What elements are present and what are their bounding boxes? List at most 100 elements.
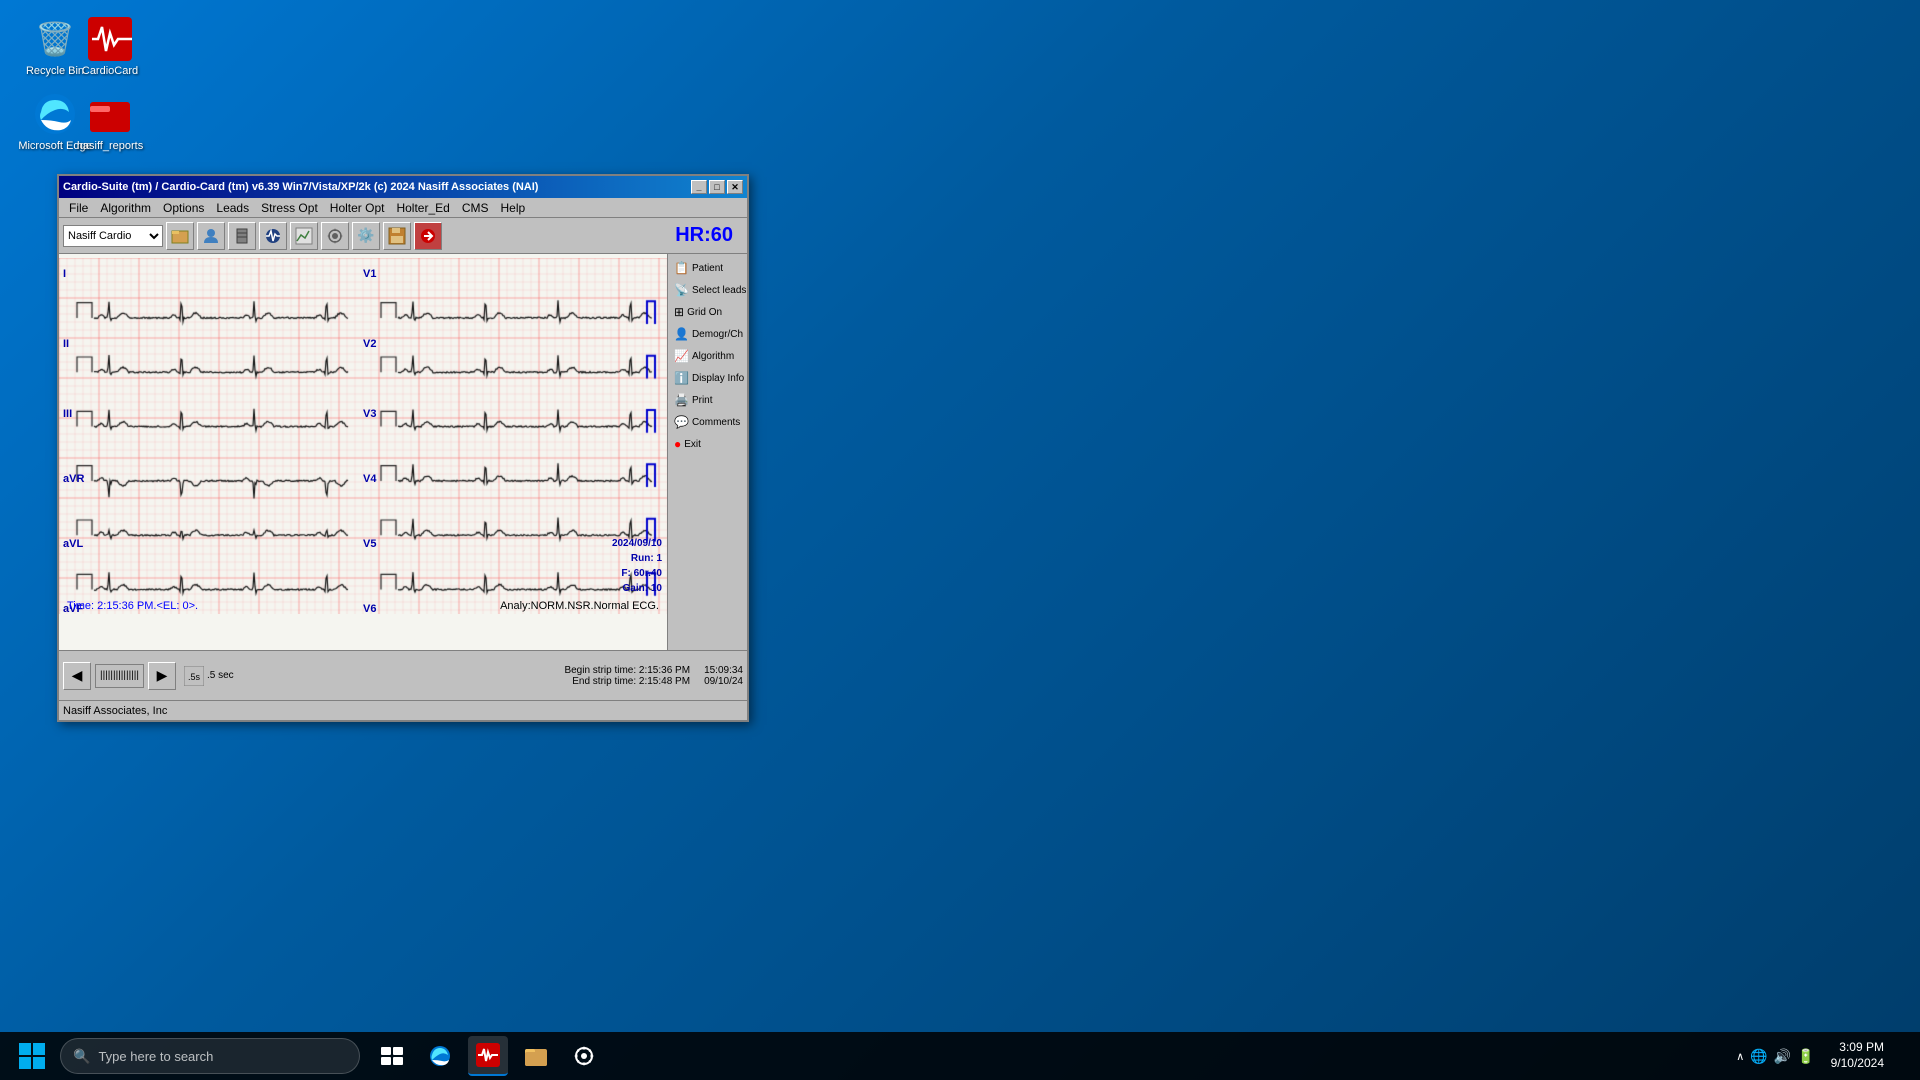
menu-algorithm[interactable]: Algorithm: [94, 199, 157, 217]
toolbar-btn-1[interactable]: [166, 222, 194, 250]
maximize-button[interactable]: □: [709, 180, 725, 194]
cardiocard-label: CardioCard: [82, 65, 138, 77]
ecg-date: 2024/09/10: [612, 538, 662, 549]
close-button[interactable]: ✕: [727, 180, 743, 194]
menu-cms[interactable]: CMS: [456, 199, 495, 217]
toolbar-btn-3[interactable]: [228, 222, 256, 250]
ecg-run: Run: 1: [631, 553, 662, 564]
main-content: I II III aVR aVL aVF V1 V2 V3 V4 V5 V6 2…: [59, 254, 747, 650]
sidebar-label-comments: Comments: [692, 417, 740, 428]
nav-back-button[interactable]: ◀: [63, 662, 91, 690]
ecg-analysis: Analy:NORM.NSR.Normal ECG.: [500, 600, 659, 612]
sidebar-btn-patient[interactable]: 📋 Patient: [670, 258, 745, 278]
nasiff-reports-icon: [86, 90, 134, 138]
desktop-icon-nasiff-reports[interactable]: nasiff_reports: [70, 90, 150, 152]
menu-options[interactable]: Options: [157, 199, 210, 217]
lead-label-V4: V4: [363, 473, 376, 485]
toolbar-btn-settings[interactable]: ⚙️: [352, 222, 380, 250]
sidebar-label-print: Print: [692, 395, 713, 406]
sidebar-btn-grid-on[interactable]: ⊞ Grid On: [670, 302, 745, 322]
sidebar-label-select-leads: Select leads: [692, 285, 746, 296]
ecg-footer: Time: 2:15:36 PM.<EL: 0>. Analy:NORM.NSR…: [59, 598, 667, 614]
menu-holter-opt[interactable]: Holter Opt: [324, 199, 391, 217]
exit-icon: ●: [674, 437, 681, 451]
ecg-area: I II III aVR aVL aVF V1 V2 V3 V4 V5 V6 2…: [59, 254, 667, 650]
lead-label-III: III: [63, 408, 72, 420]
title-bar: Cardio-Suite (tm) / Cardio-Card (tm) v6.…: [59, 176, 747, 198]
sidebar-btn-demogr[interactable]: 👤 Demogr/Ch: [670, 324, 745, 344]
lead-label-V2: V2: [363, 338, 376, 350]
menu-holter-ed[interactable]: Holter_Ed: [390, 199, 455, 217]
toolbar-btn-disk[interactable]: [383, 222, 411, 250]
tray-battery-icon[interactable]: 🔋: [1797, 1048, 1814, 1065]
end-strip-time: End strip time: 2:15:48 PM: [572, 676, 690, 687]
display-info-icon: ℹ️: [674, 371, 689, 385]
toolbar-btn-6[interactable]: [321, 222, 349, 250]
sidebar-btn-print[interactable]: 🖨️ Print: [670, 390, 745, 410]
taskbar: 🔍 Type here to search ∧ 🌐 🔊 🔋 3:09 PM 9/…: [0, 1032, 1920, 1080]
status-clock: 15:09:34 09/10/24: [704, 665, 743, 687]
menu-leads[interactable]: Leads: [210, 199, 255, 217]
toolbar-dropdown[interactable]: Nasiff Cardio: [63, 225, 163, 247]
sidebar-btn-select-leads[interactable]: 📡 Select leads: [670, 280, 745, 300]
timeline-bar[interactable]: |||||||||||||||: [95, 664, 144, 688]
sidebar-btn-display-info[interactable]: ℹ️ Display Info: [670, 368, 745, 388]
taskbar-right: ∧ 🌐 🔊 🔋 3:09 PM 9/10/2024: [1736, 1036, 1912, 1075]
search-placeholder: Type here to search: [98, 1049, 213, 1064]
speed-display: .5s .5 sec: [184, 666, 234, 686]
sidebar-label-grid-on: Grid On: [687, 307, 722, 318]
begin-strip-time: Begin strip time: 2:15:36 PM: [564, 665, 690, 676]
sidebar-btn-algorithm[interactable]: 📈 Algorithm: [670, 346, 745, 366]
ecg-time: Time: 2:15:36 PM.<EL: 0>.: [67, 600, 198, 612]
lead-label-aVR: aVR: [63, 473, 84, 485]
status-clock-time: 15:09:34: [704, 665, 743, 676]
title-bar-text: Cardio-Suite (tm) / Cardio-Card (tm) v6.…: [63, 181, 538, 193]
demogr-icon: 👤: [674, 327, 689, 341]
minimize-button[interactable]: _: [691, 180, 707, 194]
cardiocard-icon: [86, 15, 134, 63]
status-area: ◀ ||||||||||||||| ▶ .5s .5 sec Begin str…: [59, 650, 747, 700]
ecg-grid[interactable]: I II III aVR aVL aVF V1 V2 V3 V4 V5 V6 2…: [59, 258, 667, 614]
toolbar-btn-exit[interactable]: [414, 222, 442, 250]
tray-chevron[interactable]: ∧: [1736, 1050, 1744, 1063]
lead-label-aVL: aVL: [63, 538, 83, 550]
taskbar-explorer[interactable]: [516, 1036, 556, 1076]
tray-network-icon[interactable]: 🌐: [1750, 1048, 1767, 1065]
taskbar-settings[interactable]: [564, 1036, 604, 1076]
clock-date: 9/10/2024: [1831, 1056, 1884, 1072]
menu-stress-opt[interactable]: Stress Opt: [255, 199, 324, 217]
grid-on-icon: ⊞: [674, 305, 684, 319]
nav-forward-button[interactable]: ▶: [148, 662, 176, 690]
lead-label-V3: V3: [363, 408, 376, 420]
desktop-icon-cardiocard[interactable]: CardioCard: [70, 15, 150, 77]
taskbar-cardiocard[interactable]: [468, 1036, 508, 1076]
toolbar-btn-2[interactable]: [197, 222, 225, 250]
tray-volume-icon[interactable]: 🔊: [1774, 1048, 1791, 1065]
select-leads-icon: 📡: [674, 283, 689, 297]
patient-icon: 📋: [674, 261, 689, 275]
toolbar-btn-5[interactable]: [290, 222, 318, 250]
clock[interactable]: 3:09 PM 9/10/2024: [1823, 1036, 1892, 1075]
toolbar-btn-4[interactable]: [259, 222, 287, 250]
menu-bar: File Algorithm Options Leads Stress Opt …: [59, 198, 747, 218]
search-icon: 🔍: [73, 1048, 90, 1065]
search-box[interactable]: 🔍 Type here to search: [60, 1038, 360, 1074]
status-clock-date: 09/10/24: [704, 676, 743, 687]
start-button[interactable]: [8, 1032, 56, 1080]
svg-text:.5s: .5s: [188, 672, 201, 682]
menu-help[interactable]: Help: [495, 199, 532, 217]
print-icon: 🖨️: [674, 393, 689, 407]
menu-file[interactable]: File: [63, 199, 94, 217]
taskbar-edge[interactable]: [420, 1036, 460, 1076]
sidebar-btn-comments[interactable]: 💬 Comments: [670, 412, 745, 432]
sidebar-label-patient: Patient: [692, 263, 723, 274]
windows-logo-icon: [18, 1042, 46, 1070]
comments-icon: 💬: [674, 415, 689, 429]
hr-display: HR:60: [675, 224, 743, 247]
nasiff-reports-label: nasiff_reports: [77, 140, 143, 152]
taskbar-task-view[interactable]: [372, 1036, 412, 1076]
algorithm-icon: 📈: [674, 349, 689, 363]
system-tray: ∧ 🌐 🔊 🔋: [1736, 1048, 1814, 1065]
sidebar-btn-exit[interactable]: ● Exit: [670, 434, 745, 454]
title-bar-buttons: _ □ ✕: [691, 180, 743, 194]
